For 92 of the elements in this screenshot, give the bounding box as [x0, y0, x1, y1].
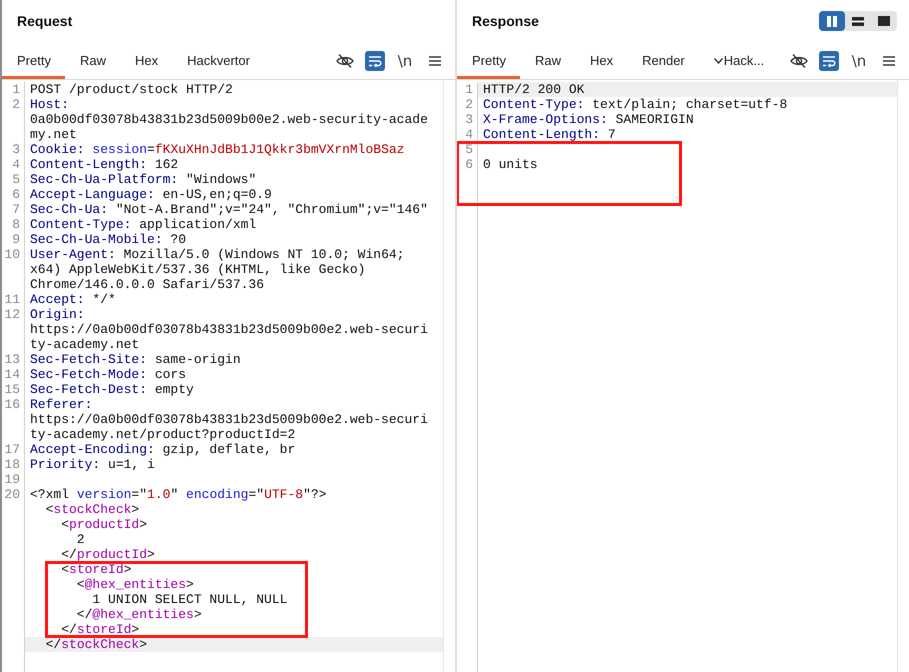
line-number: 7	[12, 202, 20, 217]
code-line: POST /product/stock HTTP/2	[29, 82, 234, 97]
line-number: 4	[12, 157, 20, 172]
eye-slash-icon	[790, 52, 808, 68]
code-line: Content-Type: application/xml	[29, 217, 258, 232]
code-line: Sec-Ch-Ua-Platform: "Windows"	[29, 172, 258, 187]
view-tab[interactable]: Hex	[574, 42, 628, 79]
square-icon	[878, 16, 890, 26]
line-number: 15	[4, 382, 20, 397]
code-line: https://0a0b00df03078b43831b23d5009b00e2.web-securi	[29, 322, 429, 337]
line-number: 12	[4, 307, 20, 322]
line-number: 20	[4, 487, 20, 502]
view-tab[interactable]: Pretty	[457, 42, 520, 79]
code-line: <?xml version="1.0" encoding="UTF-8"?>	[29, 487, 328, 502]
line-number: 1	[465, 82, 473, 97]
wrap-lines-icon	[368, 54, 382, 66]
code-line: Accept-Language: en-US,en;q=0.9	[29, 187, 273, 202]
pane-title: Response	[472, 13, 539, 29]
line-number: 13	[4, 352, 20, 367]
view-tab[interactable]: Raw	[520, 42, 575, 79]
line-number: 2	[12, 97, 20, 112]
code-line: 2	[76, 532, 86, 547]
code-line: x64) AppleWebKit/537.36 (KHTML, like Gecko)	[29, 262, 366, 277]
code-line: </productId>	[60, 547, 156, 562]
code-line: X-Frame-Options: SAMEORIGIN	[482, 112, 695, 127]
code-line: <storeId>	[60, 562, 132, 577]
line-number: 2	[465, 97, 473, 112]
line-number: 8	[12, 217, 20, 232]
view-tab[interactable]: Raw	[64, 42, 120, 79]
code-line: </storeId>	[60, 622, 140, 637]
newline-toggle[interactable]: \n	[393, 48, 417, 72]
wrap-lines-icon	[822, 54, 836, 66]
layout-button[interactable]	[819, 11, 845, 31]
code-line: <@hex_entities>	[76, 577, 195, 592]
code-line: 0a0b00df03078b43831b23d5009b00e2.web-security-acade	[29, 112, 429, 127]
code-line: Content-Type: text/plain; charset=utf-8	[482, 97, 788, 112]
code-line: Content-Length: 7	[482, 127, 617, 142]
eye-slash-icon	[336, 52, 354, 68]
code-line: ty-academy.net	[29, 337, 140, 352]
pane-title: Request	[17, 13, 72, 29]
code-line: User-Agent: Mozilla/5.0 (Windows NT 10.0; Win64;	[29, 247, 406, 262]
view-tab[interactable]: Hex	[120, 42, 172, 79]
code-line: my.net	[29, 127, 78, 142]
line-number: 6	[12, 187, 20, 202]
code-line: 0 units	[482, 157, 539, 172]
code-line: Accept-Encoding: gzip, deflate, br	[29, 442, 296, 457]
code-line: Content-Length: 162	[29, 157, 180, 172]
line-number: 16	[4, 397, 20, 412]
line-number: 17	[4, 442, 20, 457]
line-number: 5	[465, 142, 473, 157]
line-number: 14	[4, 367, 20, 382]
code-line: Sec-Fetch-Mode: cors	[29, 367, 188, 382]
line-number: 19	[4, 472, 20, 487]
line-number: 5	[12, 172, 20, 187]
line-number: 18	[4, 457, 20, 472]
code-line: Host:	[29, 97, 70, 112]
menu-icon	[429, 56, 441, 66]
code-line: Chrome/146.0.0.0 Safari/537.36	[29, 277, 266, 292]
line-number: 9	[12, 232, 20, 247]
two-columns-icon	[827, 16, 837, 26]
code-line: <stockCheck>	[44, 502, 140, 517]
code-line: </@hex_entities>	[76, 607, 203, 622]
code-line: Origin:	[29, 307, 86, 322]
two-rows-icon	[852, 16, 864, 26]
code-line: ty-academy.net/product?productId=2	[29, 427, 296, 442]
line-number: 6	[465, 157, 473, 172]
code-line: Referer:	[29, 397, 94, 412]
code-line: Cookie: session=fKXuXHnJdBb1J1Qkkr3bmVXrnMloBSaz	[29, 142, 406, 157]
code-line: Sec-Fetch-Dest: empty	[29, 382, 195, 397]
code-line: Priority: u=1, i	[29, 457, 156, 472]
view-tab[interactable]: Hackvertor	[172, 42, 264, 79]
newline-toggle[interactable]: \n	[847, 48, 871, 72]
view-tab[interactable]: Pretty	[2, 42, 65, 79]
line-number: 3	[12, 142, 20, 157]
wrap-toggle[interactable]	[819, 50, 839, 70]
view-tab[interactable]: Hack...	[698, 42, 778, 79]
code-line: <productId>	[60, 517, 148, 532]
code-line: Sec-Ch-Ua-Mobile: ?0	[29, 232, 188, 247]
line-number: 1	[12, 82, 20, 97]
line-number: 10	[4, 247, 20, 262]
code-line: Accept: */*	[29, 292, 117, 307]
line-number: 3	[465, 112, 473, 127]
menu-icon	[883, 56, 895, 66]
code-line: https://0a0b00df03078b43831b23d5009b00e2.web-securi	[29, 412, 429, 427]
wrap-toggle[interactable]	[365, 50, 385, 70]
line-number: 4	[465, 127, 473, 142]
code-line: Sec-Ch-Ua: "Not-A.Brand";v="24", "Chromium";v="146"	[29, 202, 429, 217]
view-tab[interactable]: Render	[627, 42, 699, 79]
code-line: 1 UNION SELECT NULL, NULL	[91, 592, 288, 607]
code-line: Sec-Fetch-Site: same-origin	[29, 352, 242, 367]
line-number: 11	[4, 292, 20, 307]
chevron-down-icon	[714, 58, 723, 64]
